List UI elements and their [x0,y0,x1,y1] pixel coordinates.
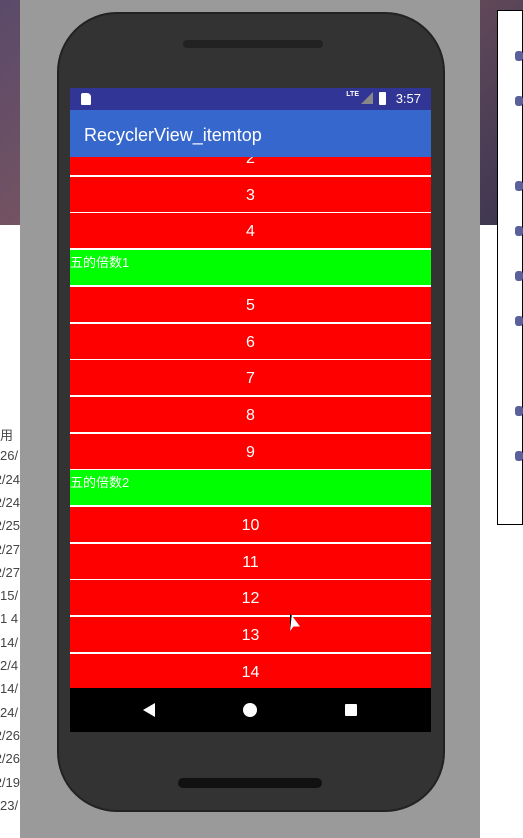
background-toolbar [497,10,523,525]
toolbar-icon [515,451,523,461]
status-time: 3:57 [395,91,421,106]
status-bar: LTE 3:57 [70,88,431,110]
background-date: 2/4 [0,658,19,673]
background-date: 2/19 [0,774,20,790]
background-date: 2/25 [0,518,20,534]
background-date: /23 [0,797,19,813]
phone-chin [178,778,322,788]
background-date: 2/27 [0,564,20,580]
toolbar-icon [515,271,523,281]
lte-label: LTE [346,91,359,98]
toolbar-icon [515,226,523,236]
section-header: 五的倍数2 [70,470,431,506]
app-title: RecyclerView_itemtop [84,125,262,145]
app-bar: RecyclerView_itemtop [70,110,431,157]
list-item[interactable]: 4 [70,213,431,249]
device-screen: LTE 3:57 RecyclerView_itemtop 2 3 4 五的倍数1 5 6… [70,88,431,732]
background-date: /14 [0,681,19,697]
background-date: 2/27 [0,541,20,557]
background-date: 用 [0,428,14,443]
background-date: 2/24 [0,471,20,487]
recents-icon[interactable] [345,704,357,716]
background-date: /14 [0,634,19,650]
speaker-grille [183,40,323,48]
section-header: 五的倍数1 [70,250,431,286]
navigation-bar [70,688,431,732]
list-item[interactable]: 5 [70,286,431,322]
toolbar-icon [515,96,523,106]
toolbar-icon [515,406,523,416]
list-item[interactable]: 9 [70,433,431,469]
list-item[interactable]: 12 [70,580,431,616]
recycler-view[interactable]: 2 3 4 五的倍数1 5 6 7 8 9 五的倍数2 10 11 12 13 14 [70,157,431,688]
sd-card-icon [81,93,91,105]
back-icon[interactable] [143,703,155,717]
list-item[interactable]: 11 [70,543,431,579]
background-date: 2/24 [0,494,20,510]
home-icon[interactable] [243,703,257,717]
battery-charging-icon [379,92,386,105]
background-file-list: 用/26 2/24 2/24 2/25 2/27 2/27/15 4 1/14 2/4/14 /… [0,225,20,838]
list-item[interactable]: 6 [70,323,431,359]
signal-icon [361,92,373,104]
list-item[interactable]: 13 [70,617,431,653]
background-date: 4 1 [0,611,19,627]
list-item[interactable]: 14 [70,653,431,688]
list-item[interactable]: 8 [70,396,431,432]
toolbar-icon [515,181,523,191]
toolbar-icon [515,316,523,326]
list-item[interactable]: 7 [70,360,431,396]
list-item[interactable]: 10 [70,507,431,542]
background-date: /15 [0,588,19,604]
list-item[interactable]: 3 [70,176,431,212]
background-date: 2/26 [0,727,20,743]
toolbar-icon [515,51,523,61]
background-date: /24 [0,704,19,720]
background-date: 2/26 [0,751,20,767]
list-item[interactable]: 2 [70,157,431,175]
background-date: /26 [0,448,19,464]
